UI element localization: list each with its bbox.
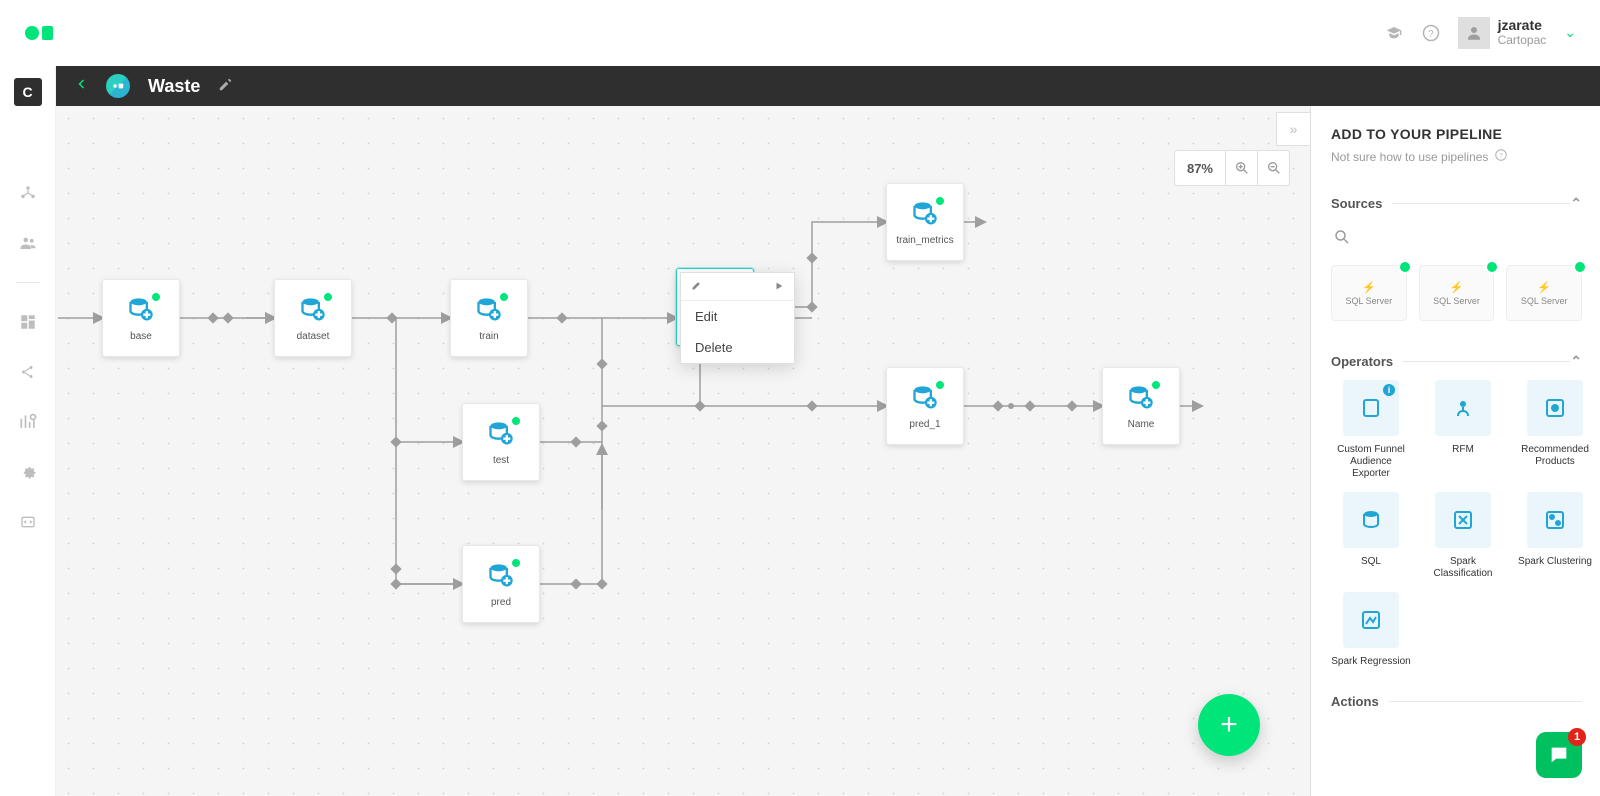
database-icon bbox=[126, 295, 156, 325]
search-icon[interactable] bbox=[1333, 228, 1590, 251]
share-icon[interactable] bbox=[17, 361, 39, 383]
app-logo[interactable] bbox=[24, 18, 54, 48]
user-text: jzarate Cartopac bbox=[1498, 18, 1547, 47]
gear-icon[interactable] bbox=[17, 461, 39, 483]
node-pred-1[interactable]: pred_1 bbox=[886, 367, 964, 445]
operator-card[interactable]: i Custom Funnel Audience Exporter bbox=[1331, 380, 1411, 480]
chevron-up-icon: ⌃ bbox=[1570, 195, 1582, 212]
section-actions[interactable]: Actions bbox=[1331, 684, 1590, 719]
node-train-metrics[interactable]: train_metrics bbox=[886, 183, 964, 261]
zoom-controls: 87% bbox=[1174, 150, 1290, 186]
node-base[interactable]: base bbox=[102, 279, 180, 357]
add-node-button[interactable]: + bbox=[1198, 694, 1260, 756]
operator-card[interactable]: Spark Regression bbox=[1331, 592, 1411, 668]
section-sources[interactable]: Sources ⌃ bbox=[1331, 185, 1590, 222]
title-bar: Waste bbox=[56, 66, 1600, 106]
zoom-in-button[interactable] bbox=[1225, 151, 1257, 185]
operator-card[interactable]: Recommended Products bbox=[1515, 380, 1595, 480]
top-header: ? jzarate Cartopac ⌄ bbox=[0, 0, 1600, 66]
back-icon[interactable] bbox=[76, 76, 88, 97]
database-icon bbox=[486, 419, 516, 449]
svg-text:?: ? bbox=[1428, 28, 1434, 39]
operator-card[interactable]: RFM bbox=[1423, 380, 1503, 480]
section-operators[interactable]: Operators ⌃ bbox=[1331, 343, 1590, 380]
graduation-cap-icon[interactable] bbox=[1384, 25, 1404, 41]
pencil-icon[interactable] bbox=[691, 279, 703, 294]
avatar bbox=[1458, 17, 1490, 49]
operators-grid: i Custom Funnel Audience Exporter RFM Re… bbox=[1331, 380, 1590, 668]
database-icon bbox=[298, 295, 328, 325]
dashboard-icon[interactable] bbox=[17, 311, 39, 333]
users-icon[interactable] bbox=[17, 232, 39, 254]
pipeline-type-icon bbox=[106, 74, 130, 98]
source-card[interactable]: ⚡SQL Server bbox=[1419, 265, 1495, 321]
panel-subtext: Not sure how to use pipelines ? bbox=[1331, 148, 1590, 165]
node-name[interactable]: Name bbox=[1102, 367, 1180, 445]
user-menu[interactable]: jzarate Cartopac ⌄ bbox=[1458, 17, 1576, 49]
database-icon bbox=[486, 561, 516, 591]
panel-heading: ADD TO YOUR PIPELINE bbox=[1331, 126, 1590, 142]
analytics-icon[interactable] bbox=[17, 411, 39, 433]
help-icon[interactable]: ? bbox=[1422, 24, 1440, 42]
chat-widget[interactable]: 1 bbox=[1536, 732, 1582, 778]
node-icon[interactable] bbox=[17, 182, 39, 204]
source-card[interactable]: ⚡SQL Server bbox=[1506, 265, 1582, 321]
node-pred[interactable]: pred bbox=[462, 545, 540, 623]
svg-text:?: ? bbox=[1500, 152, 1504, 159]
node-dataset[interactable]: dataset bbox=[274, 279, 352, 357]
operator-card[interactable]: Spark Classification bbox=[1423, 492, 1503, 580]
context-menu: Edit Delete bbox=[680, 272, 795, 364]
workspace-badge[interactable]: C bbox=[14, 78, 42, 106]
chat-badge: 1 bbox=[1568, 728, 1586, 746]
context-menu-delete[interactable]: Delete bbox=[681, 332, 794, 363]
left-sidebar: C bbox=[0, 66, 56, 796]
pencil-icon[interactable] bbox=[218, 78, 232, 95]
chevron-up-icon: ⌃ bbox=[1570, 353, 1582, 370]
chevron-down-icon: ⌄ bbox=[1564, 24, 1576, 41]
database-icon bbox=[1126, 383, 1156, 413]
context-menu-edit[interactable]: Edit bbox=[681, 301, 794, 332]
right-panel: ADD TO YOUR PIPELINE Not sure how to use… bbox=[1310, 106, 1600, 796]
database-icon bbox=[474, 295, 504, 325]
play-icon[interactable] bbox=[774, 279, 784, 294]
sources-grid: ⚡SQL Server ⚡SQL Server ⚡SQL Server bbox=[1331, 265, 1590, 321]
code-icon[interactable] bbox=[17, 511, 39, 533]
pipeline-canvas[interactable]: » 87% bbox=[56, 106, 1310, 796]
node-test[interactable]: test bbox=[462, 403, 540, 481]
operator-card[interactable]: Spark Clustering bbox=[1515, 492, 1595, 580]
database-icon bbox=[910, 383, 940, 413]
zoom-out-button[interactable] bbox=[1257, 151, 1289, 185]
collapse-panel-icon[interactable]: » bbox=[1276, 112, 1310, 146]
zoom-value: 87% bbox=[1175, 161, 1225, 176]
user-org: Cartopac bbox=[1498, 34, 1547, 47]
node-train[interactable]: train bbox=[450, 279, 528, 357]
help-icon[interactable]: ? bbox=[1494, 148, 1508, 165]
database-icon bbox=[910, 199, 940, 229]
pipeline-title: Waste bbox=[148, 76, 200, 97]
operator-card[interactable]: SQL bbox=[1331, 492, 1411, 580]
user-name: jzarate bbox=[1498, 18, 1547, 33]
source-card[interactable]: ⚡SQL Server bbox=[1331, 265, 1407, 321]
